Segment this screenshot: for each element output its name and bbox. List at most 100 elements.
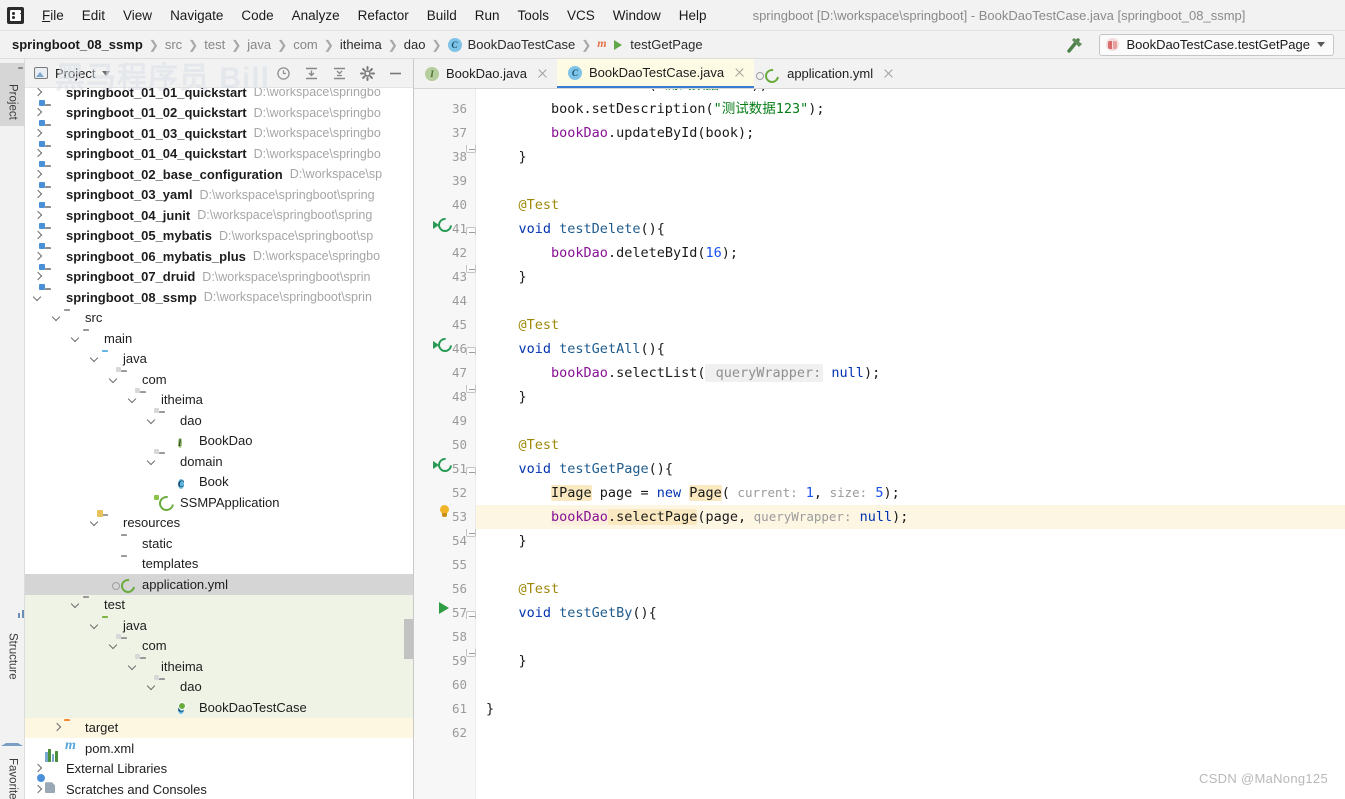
- breadcrumb-item-dao[interactable]: dao: [404, 37, 426, 52]
- editor-tab-applicationyml[interactable]: application.yml: [754, 59, 903, 88]
- chevron-right-icon[interactable]: [50, 721, 63, 734]
- tree-item[interactable]: src: [25, 308, 413, 329]
- chevron-right-icon[interactable]: [31, 270, 44, 283]
- code-line[interactable]: @Test: [476, 433, 1345, 457]
- breadcrumb-item-com[interactable]: com: [293, 37, 318, 52]
- project-tree-scrollbar[interactable]: [404, 619, 413, 659]
- run-configuration-selector[interactable]: BookDaoTestCase.testGetPage: [1099, 33, 1334, 56]
- collapse-all-icon[interactable]: [332, 66, 347, 81]
- code-line[interactable]: }: [476, 265, 1345, 289]
- chevron-down-icon[interactable]: [102, 70, 111, 76]
- chevron-down-icon[interactable]: [145, 680, 158, 693]
- tree-item[interactable]: pom.xml: [25, 738, 413, 759]
- menu-vcs[interactable]: VCS: [558, 5, 604, 26]
- code-line[interactable]: bookDao.updateById(book);: [476, 121, 1345, 145]
- code-editor[interactable]: 3536373839404142434445464748495051525354…: [414, 89, 1345, 799]
- tree-item[interactable]: C BookDaoTestCase: [25, 697, 413, 718]
- chevron-down-icon[interactable]: [107, 639, 120, 652]
- chevron-down-icon[interactable]: [145, 455, 158, 468]
- code-line[interactable]: }: [476, 697, 1345, 721]
- chevron-right-icon[interactable]: [31, 147, 44, 160]
- editor-code-lines[interactable]: book.setName("测试数据123"); book.setDescrip…: [476, 89, 1345, 799]
- code-line[interactable]: [476, 721, 1345, 745]
- tree-item[interactable]: Scratches and Consoles: [25, 779, 413, 799]
- editor-tab-bookdao[interactable]: I BookDao.java: [414, 59, 557, 88]
- breadcrumb-item-module[interactable]: springboot_08_ssmp: [12, 37, 143, 52]
- code-line[interactable]: [476, 625, 1345, 649]
- chevron-right-icon[interactable]: [31, 229, 44, 242]
- hide-panel-icon[interactable]: [388, 66, 403, 81]
- tree-item[interactable]: resources: [25, 513, 413, 534]
- tree-item[interactable]: springboot_01_04_quickstart D:\workspace\…: [25, 144, 413, 165]
- code-line[interactable]: @Test: [476, 193, 1345, 217]
- chevron-down-icon[interactable]: [145, 414, 158, 427]
- chevron-right-icon[interactable]: [31, 106, 44, 119]
- chevron-down-icon[interactable]: [69, 598, 82, 611]
- tree-item[interactable]: itheima: [25, 656, 413, 677]
- code-line[interactable]: void testDelete(){: [476, 217, 1345, 241]
- tree-item[interactable]: springboot_01_01_quickstart D:\workspace\…: [25, 88, 413, 103]
- tree-item[interactable]: static: [25, 533, 413, 554]
- editor-tab-bookdaotestcase[interactable]: C BookDaoTestCase.java: [556, 59, 755, 88]
- code-line[interactable]: @Test: [476, 313, 1345, 337]
- chevron-down-icon[interactable]: [126, 393, 139, 406]
- tree-item[interactable]: com: [25, 635, 413, 656]
- chevron-down-icon[interactable]: [88, 352, 101, 365]
- build-hammer-icon[interactable]: [1065, 35, 1089, 55]
- tree-item[interactable]: SSMPApplication: [25, 492, 413, 513]
- tree-item[interactable]: dao: [25, 676, 413, 697]
- menu-window[interactable]: Window: [604, 5, 670, 26]
- tool-tab-project[interactable]: Project: [0, 63, 25, 126]
- code-line[interactable]: }: [476, 385, 1345, 409]
- tool-tab-structure[interactable]: Structure: [0, 610, 27, 686]
- breadcrumb-item-itheima[interactable]: itheima: [340, 37, 382, 52]
- tree-item[interactable]: springboot_04_junit D:\workspace\springbo…: [25, 205, 413, 226]
- code-line[interactable]: }: [476, 145, 1345, 169]
- menu-file[interactable]: File: [33, 5, 73, 26]
- collapse-expand-icon[interactable]: [276, 66, 291, 81]
- project-panel-title-group[interactable]: Project: [34, 66, 111, 81]
- code-line[interactable]: void testGetBy(){: [476, 601, 1345, 625]
- menu-build[interactable]: Build: [418, 5, 466, 26]
- tree-item[interactable]: java: [25, 349, 413, 370]
- breadcrumb-item-test[interactable]: test: [204, 37, 225, 52]
- tree-item[interactable]: springboot_01_02_quickstart D:\workspace\…: [25, 103, 413, 124]
- code-line[interactable]: book.setName("测试数据123");: [476, 89, 1345, 97]
- chevron-down-icon[interactable]: [31, 291, 44, 304]
- editor-gutter[interactable]: 3536373839404142434445464748495051525354…: [414, 89, 476, 799]
- close-icon[interactable]: [537, 68, 548, 79]
- tree-item[interactable]: springboot_07_druid D:\workspace\springbo…: [25, 267, 413, 288]
- tree-item[interactable]: test: [25, 594, 413, 615]
- tree-item[interactable]: springboot_01_03_quickstart D:\workspace\…: [25, 123, 413, 144]
- tree-item[interactable]: External Libraries: [25, 748, 413, 780]
- menu-code[interactable]: Code: [232, 5, 282, 26]
- chevron-down-icon[interactable]: [107, 373, 120, 386]
- menu-navigate[interactable]: Navigate: [161, 5, 232, 26]
- tree-item[interactable]: springboot_02_base_configuration D:\works…: [25, 164, 413, 185]
- tree-item[interactable]: springboot_05_mybatis D:\workspace\spring…: [25, 226, 413, 247]
- code-line[interactable]: @Test: [476, 577, 1345, 601]
- settings-gear-icon[interactable]: [360, 65, 375, 81]
- menu-help[interactable]: Help: [670, 5, 716, 26]
- code-line[interactable]: [476, 169, 1345, 193]
- chevron-down-icon[interactable]: [126, 660, 139, 673]
- chevron-right-icon[interactable]: [31, 127, 44, 140]
- tree-item[interactable]: dao: [25, 410, 413, 431]
- tree-item[interactable]: com: [25, 369, 413, 390]
- code-line[interactable]: bookDao.deleteById(16);: [476, 241, 1345, 265]
- tree-item[interactable]: springboot_03_yaml D:\workspace\springboo…: [25, 185, 413, 206]
- chevron-right-icon[interactable]: [31, 783, 44, 796]
- code-line[interactable]: }: [476, 649, 1345, 673]
- tree-item[interactable]: itheima: [25, 390, 413, 411]
- menu-analyze[interactable]: Analyze: [283, 5, 349, 26]
- run-test-gutter-icon[interactable]: [438, 217, 454, 241]
- code-line[interactable]: [476, 673, 1345, 697]
- expand-all-icon[interactable]: [304, 66, 319, 81]
- chevron-right-icon[interactable]: [31, 188, 44, 201]
- tree-item[interactable]: domain: [25, 451, 413, 472]
- chevron-right-icon[interactable]: [31, 88, 44, 99]
- chevron-right-icon[interactable]: [31, 209, 44, 222]
- code-line[interactable]: IPage page = new Page( current: 1, size:…: [476, 481, 1345, 505]
- menu-view[interactable]: View: [114, 5, 161, 26]
- tree-item[interactable]: I BookDao: [25, 431, 413, 452]
